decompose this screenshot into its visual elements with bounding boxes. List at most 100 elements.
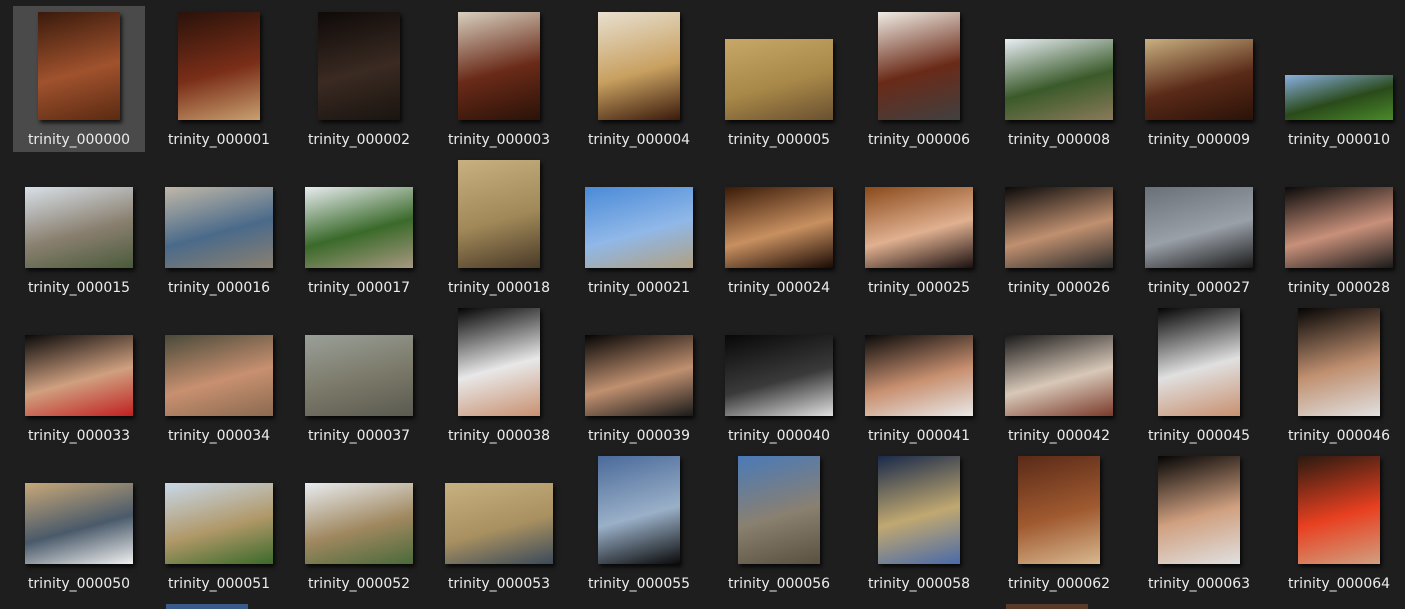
photo-thumbnail[interactable] [38,12,120,120]
photo-thumbnail[interactable] [178,12,260,120]
file-name-label: trinity_000025 [867,280,971,296]
photo-thumbnail[interactable] [1285,75,1393,120]
photo-thumbnail[interactable] [725,39,833,120]
file-name-label: trinity_000046 [1287,428,1391,444]
photo-thumbnail[interactable] [25,335,133,416]
photo-thumbnail[interactable] [1018,456,1100,564]
file-item[interactable]: trinity_000017 [293,154,425,300]
file-name-label: trinity_000024 [727,280,831,296]
photo-thumbnail[interactable] [25,483,133,564]
file-item[interactable]: trinity_000003 [433,6,565,152]
file-item[interactable]: trinity_000040 [713,302,845,448]
file-name-label: trinity_000034 [167,428,271,444]
file-item[interactable]: trinity_000055 [573,450,705,596]
file-item[interactable]: trinity_000010 [1273,6,1405,152]
file-item[interactable]: trinity_000038 [433,302,565,448]
file-item[interactable]: trinity_000051 [153,450,285,596]
photo-thumbnail[interactable] [445,483,553,564]
file-name-label: trinity_000017 [307,280,411,296]
file-item[interactable]: trinity_000042 [993,302,1125,448]
photo-thumbnail[interactable] [166,604,248,609]
file-name-label: trinity_000053 [447,576,551,592]
photo-thumbnail[interactable] [865,187,973,268]
file-name-label: trinity_000040 [727,428,831,444]
file-item[interactable]: trinity_000063 [1133,450,1265,596]
photo-thumbnail[interactable] [1298,308,1380,416]
photo-thumbnail[interactable] [738,456,820,564]
file-grid: trinity_000000 trinity_000001 trinity_0000… [0,0,1405,609]
photo-thumbnail[interactable] [1158,456,1240,564]
photo-thumbnail[interactable] [1145,187,1253,268]
file-item[interactable]: trinity_000021 [573,154,705,300]
file-item[interactable]: trinity_000024 [713,154,845,300]
file-name-label: trinity_000055 [587,576,691,592]
file-item[interactable]: trinity_000008 [993,6,1125,152]
photo-thumbnail[interactable] [458,160,540,268]
file-item[interactable]: trinity_000037 [293,302,425,448]
file-item[interactable]: trinity_000028 [1273,154,1405,300]
photo-thumbnail[interactable] [1158,308,1240,416]
file-item[interactable]: trinity_000001 [153,6,285,152]
file-item[interactable]: trinity_000034 [153,302,285,448]
file-item[interactable]: trinity_000000 [13,6,145,152]
file-item[interactable]: trinity_000018 [433,154,565,300]
file-name-label: trinity_000042 [1007,428,1111,444]
photo-thumbnail[interactable] [1285,187,1393,268]
file-item[interactable]: trinity_000052 [293,450,425,596]
photo-thumbnail[interactable] [598,12,680,120]
photo-thumbnail[interactable] [1006,604,1088,609]
file-name-label: trinity_000028 [1287,280,1391,296]
file-item[interactable]: trinity_000046 [1273,302,1405,448]
photo-thumbnail[interactable] [305,335,413,416]
file-item[interactable]: trinity_000015 [13,154,145,300]
file-item[interactable]: trinity_000064 [1273,450,1405,596]
photo-thumbnail[interactable] [865,335,973,416]
photo-thumbnail[interactable] [318,12,400,120]
photo-thumbnail[interactable] [585,335,693,416]
photo-thumbnail[interactable] [1298,456,1380,564]
file-item[interactable]: trinity_000027 [1133,154,1265,300]
file-item[interactable]: trinity_000033 [13,302,145,448]
file-item[interactable]: trinity_000041 [853,302,985,448]
photo-thumbnail[interactable] [878,456,960,564]
file-name-label: trinity_000016 [167,280,271,296]
file-item[interactable]: trinity_000026 [993,154,1125,300]
photo-thumbnail[interactable] [725,187,833,268]
photo-thumbnail[interactable] [1145,39,1253,120]
file-item[interactable]: trinity_000056 [713,450,845,596]
file-item[interactable]: trinity_000004 [573,6,705,152]
file-item[interactable]: trinity_000062 [993,450,1125,596]
file-item[interactable]: trinity_000006 [853,6,985,152]
file-item[interactable]: trinity_000058 [853,450,985,596]
file-name-label: trinity_000010 [1287,132,1391,148]
photo-thumbnail[interactable] [725,335,833,416]
file-item[interactable]: trinity_000025 [853,154,985,300]
photo-thumbnail[interactable] [25,187,133,268]
file-item[interactable]: trinity_000039 [573,302,705,448]
file-item[interactable]: trinity_000016 [153,154,285,300]
photo-thumbnail[interactable] [458,308,540,416]
photo-thumbnail[interactable] [305,483,413,564]
photo-thumbnail[interactable] [585,187,693,268]
photo-thumbnail[interactable] [165,335,273,416]
photo-thumbnail[interactable] [878,12,960,120]
file-item[interactable]: trinity_000045 [1133,302,1265,448]
photo-thumbnail[interactable] [305,187,413,268]
file-name-label: trinity_000005 [727,132,831,148]
file-item[interactable]: trinity_000050 [13,450,145,596]
file-item[interactable]: trinity_000053 [433,450,565,596]
photo-thumbnail[interactable] [1005,187,1113,268]
file-item[interactable]: trinity_000005 [713,6,845,152]
file-name-label: trinity_000026 [1007,280,1111,296]
photo-thumbnail[interactable] [1005,39,1113,120]
file-name-label: trinity_000008 [1007,132,1111,148]
file-name-label: trinity_000058 [867,576,971,592]
file-item[interactable]: trinity_000009 [1133,6,1265,152]
file-item[interactable]: trinity_000002 [293,6,425,152]
photo-thumbnail[interactable] [1005,335,1113,416]
file-name-label: trinity_000009 [1147,132,1251,148]
photo-thumbnail[interactable] [598,456,680,564]
photo-thumbnail[interactable] [165,187,273,268]
photo-thumbnail[interactable] [165,483,273,564]
photo-thumbnail[interactable] [458,12,540,120]
